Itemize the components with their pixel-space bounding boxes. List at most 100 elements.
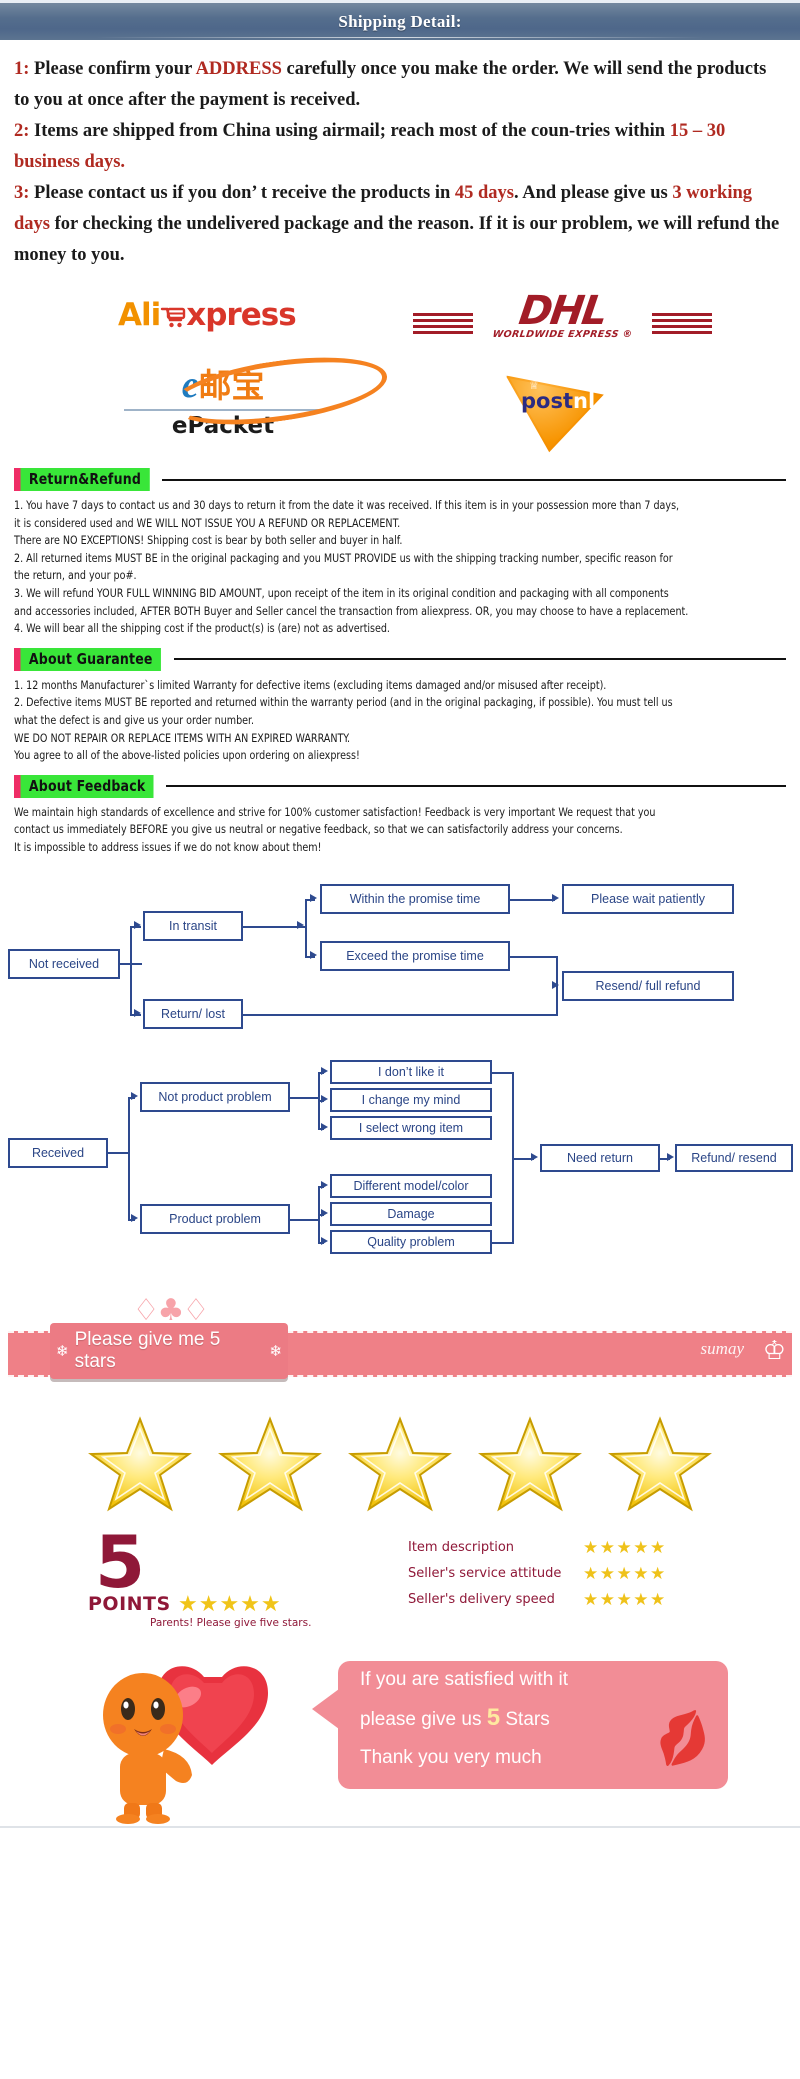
postnl-post-text: post [521,389,573,413]
rating-stars: ★★★★★ [583,1563,667,1583]
shopping-cart-icon [160,304,186,330]
flow-arrow [131,1214,138,1222]
bow-icon: ❄ [269,1342,282,1360]
points-big-number: 5 [95,1519,146,1604]
flow-node-in-transit: In transit [143,910,243,941]
flow-edge [130,925,132,1014]
flow-node-damage: Damage [330,1201,492,1226]
flow-node-diff-model: Different model/color [330,1173,492,1198]
carrier-logos: Ali xpress DHL WORLDWIDE EXPRESS ® e邮宝 eP… [0,283,800,458]
star-icon [218,1415,322,1511]
shipping-item: 1: Please confirm your ADDRESS carefully… [14,54,786,116]
footer-divider [0,1825,800,1828]
closing-line-2a: please give us [360,1708,487,1730]
shipping-text: Please contact us if you don’ t receive … [34,183,455,203]
crown-icon: ♔ [762,1334,786,1365]
flow-node-refund-resend: Refund/ resend [675,1143,793,1172]
closing-line-2c: Stars [500,1708,550,1730]
section-rule [161,478,786,481]
bow-icon: ❄ [56,1342,69,1360]
flow-arrow [531,1153,538,1161]
shipping-highlight: 45 days [454,183,515,203]
shipping-text: . And please give us [514,183,673,203]
rating-row: Seller's service attitude ★★★★★ [408,1561,667,1587]
flow-node-need-return: Need return [540,1143,660,1172]
epacket-chinese-mark: e邮宝 [166,346,391,436]
flow-edge [492,1071,514,1074]
dhl-tagline: WORLDWIDE EXPRESS ® [491,329,634,340]
section-line: It is impossible to address issues if we… [14,840,322,854]
section-line: 1. You have 7 days to contact us and 30 … [14,499,680,512]
points-stars: ★★★★★ [178,1590,282,1616]
flow-node-exceed-promise: Exceed the promise time [320,940,510,971]
flow-node-return-lost: Return/ lost [143,998,243,1029]
shipping-item-number: 3: [14,183,35,203]
star-icon [88,1415,192,1511]
section-tag: About Feedback [14,774,154,798]
flow-edge [512,1071,514,1242]
crown-icon: ♢♣♢ [132,1292,210,1328]
page-header: Shipping Detail: [0,0,800,40]
rating-label: Seller's delivery speed [408,1592,555,1607]
section-line: it is considered used and WE WILL NOT IS… [14,516,401,530]
points-block: 5 POINTS ★★★★★ Parents! Please give five… [0,1521,800,1649]
policy-sections: Return&Refund 1. You have 7 days to conta… [0,468,800,857]
flow-edge [243,925,305,928]
flow-arrow [321,1095,328,1103]
flow-edge [290,1096,318,1099]
dhl-wordmark: DHL [516,288,609,334]
flow-node-dislike: I don’t like it [330,1059,492,1084]
flow-edge [108,1151,128,1154]
rating-table: Item description ★★★★★ Seller's service at… [408,1535,667,1613]
bear-mascot-icon [103,1665,268,1824]
section-body: We maintain high standards of excellence… [14,804,784,857]
section-header: Return&Refund [14,468,786,491]
section-rule [174,658,786,661]
banner-plaque: ❄ Please give me 5 stars ❄ [50,1322,288,1379]
flow-edge [243,1013,558,1016]
flow-arrow [552,981,559,989]
section-line: 2. All returned items MUST BE in the ori… [14,551,673,565]
shipping-item: 2: Items are shipped from China using ai… [14,116,786,178]
aliexpress-xpress-text: xpress [186,297,296,333]
flow-arrow [321,1067,328,1075]
flow-arrow [321,1181,328,1189]
aliexpress-ali-text: Ali [118,297,161,333]
flow-node-change-mind: I change my mind [330,1087,492,1112]
rating-label: Seller's service attitude [408,1566,562,1581]
flow-edge [290,1218,318,1221]
rating-label: Item description [408,1540,515,1555]
shipping-detail-page: Shipping Detail: 1: Please confirm your … [0,0,800,2079]
flow-node-product-problem: Product problem [140,1203,290,1234]
shipping-item-number: 2: [14,121,35,141]
shipping-text: for checking the undelivered package and… [14,214,780,265]
epacket-logo: e邮宝 ePacket [108,346,391,439]
shipping-item: 3: Please contact us if you don’ t recei… [14,178,786,271]
flow-node-not-received: Not received [8,948,120,979]
rating-stars: ★★★★★ [583,1589,667,1609]
postnl-nl-text: nl [573,389,596,413]
shipping-text: Items are shipped from China using airma… [34,121,670,141]
flow-node-wait-patiently: Please wait patiently [562,883,734,914]
flow-edge [492,1241,514,1244]
flow-arrow [134,921,141,929]
flow-arrow [667,1153,674,1161]
section-line: 3. We will refund YOUR FULL WINNING BID … [14,586,669,600]
rating-row: Item description ★★★★★ [408,1535,667,1561]
star-icon [478,1415,582,1511]
flow-node-within-promise: Within the promise time [320,883,510,914]
section-body: 1. 12 months Manufacturer`s limited Warr… [14,677,784,765]
section-line: 1. 12 months Manufacturer`s limited Warr… [14,678,607,692]
section-line: WE DO NOT REPAIR OR REPLACE ITEMS WITH A… [14,731,351,745]
flow-edge [510,955,558,958]
brand-name: sumay [700,1338,744,1358]
section-line: the return, and your po#. [14,569,137,583]
section-line: 2. Defective items MUST BE reported and … [14,696,673,710]
section-tag: About Guarantee [14,647,161,671]
flow-arrow [134,1009,141,1017]
flow-edge [556,985,558,1014]
flow-edge [128,1096,130,1219]
closing-block: If you are satisfied with it please give… [0,1649,800,1834]
big-star-row [0,1405,800,1521]
flow-node-resend-refund: Resend/ full refund [562,970,734,1001]
